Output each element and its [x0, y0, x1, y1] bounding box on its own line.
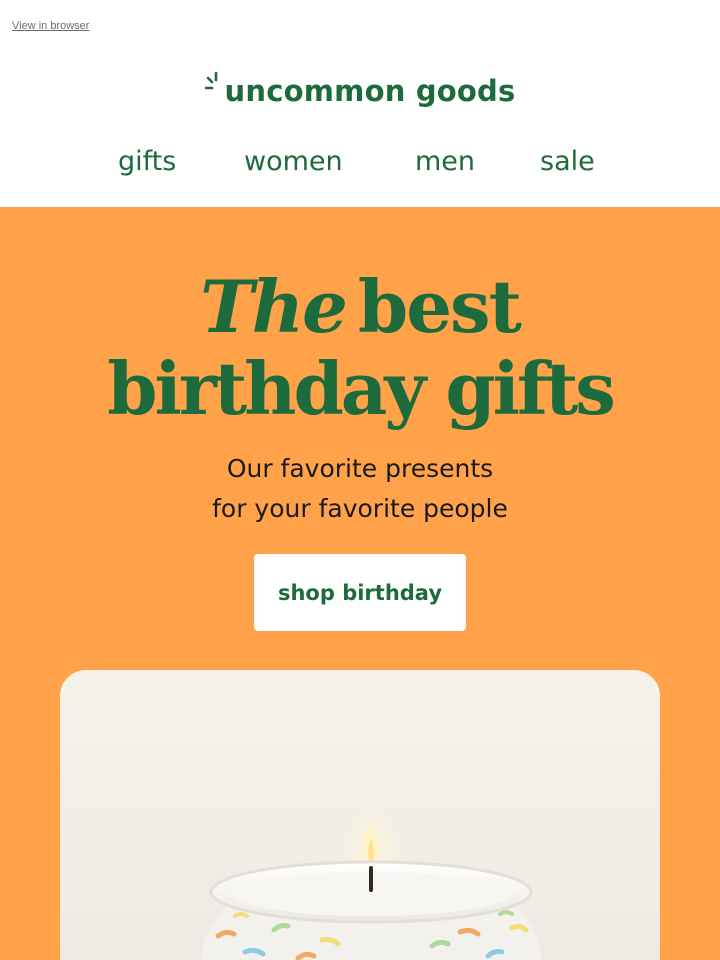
- nav-item-men[interactable]: men: [415, 146, 475, 177]
- hero-banner: The best birthday gifts Our favorite pres…: [0, 207, 720, 960]
- logo-wordmark: uncommon goods: [224, 74, 516, 108]
- brand-logo[interactable]: uncommon goods: [0, 66, 720, 116]
- headline-word-best: best: [357, 264, 522, 349]
- nav-item-gifts[interactable]: gifts: [118, 146, 176, 177]
- hero-headline-line1: The best: [0, 267, 720, 347]
- sparkle-icon: [204, 71, 217, 90]
- headline-italic-word: The: [200, 264, 348, 349]
- product-image-card[interactable]: [60, 670, 660, 960]
- candle-image: [200, 810, 542, 960]
- hero-subtitle-line1: Our favorite presents: [226, 454, 494, 483]
- hero-subtitle-line2: for your favorite people: [212, 494, 508, 523]
- nav-item-sale[interactable]: sale: [540, 146, 595, 177]
- view-in-browser-link[interactable]: View in browser: [12, 20, 89, 32]
- shop-birthday-button[interactable]: shop birthday: [254, 554, 466, 631]
- nav-item-women[interactable]: women: [244, 146, 343, 177]
- main-nav: gifts women men sale: [0, 146, 720, 190]
- hero-headline-line2: birthday gifts: [107, 346, 616, 431]
